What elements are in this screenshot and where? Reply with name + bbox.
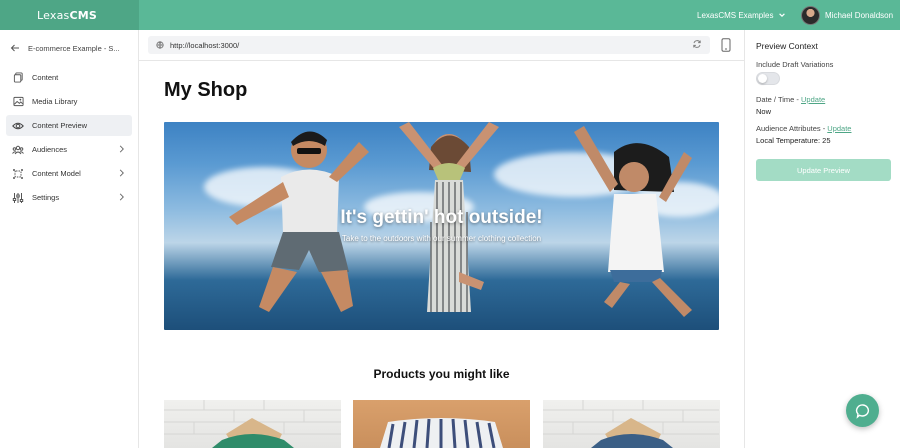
audience-value: Local Temperature: 25 (756, 136, 831, 145)
chat-bubble-icon (855, 403, 869, 419)
hero-subtitle: Take to the outdoors with our summer clo… (341, 234, 542, 243)
sidebar-item-content[interactable]: Content (6, 67, 132, 88)
url-field[interactable]: http://localhost:3000/ (148, 36, 710, 54)
product-image-striped-shorts (380, 418, 503, 448)
brand-area[interactable]: LexasCMS (0, 0, 139, 30)
products-heading: Products you might like (373, 367, 510, 381)
org-switcher-label: LexasCMS Examples (697, 10, 774, 20)
org-switcher[interactable]: LexasCMS Examples (697, 0, 786, 30)
sliders-icon (12, 192, 24, 204)
url-text: http://localhost:3000/ (170, 40, 240, 50)
audience-update-link[interactable]: Update (827, 124, 851, 133)
datetime-value: Now (756, 107, 772, 116)
audience-label: Audience Attributes - (756, 124, 828, 133)
product-card[interactable] (353, 400, 530, 448)
product-card[interactable] (164, 400, 341, 448)
sidebar: E-commerce Example - S... Content Media … (0, 30, 139, 448)
sidebar-item-label: Content (32, 73, 59, 82)
sidebar-item-content-model[interactable]: Content Model (6, 163, 132, 184)
content-icon (12, 72, 24, 84)
sidebar-item-label: Content Preview (32, 121, 88, 130)
back-to-project-link[interactable]: E-commerce Example - S... (10, 43, 120, 53)
sidebar-item-media-library[interactable]: Media Library (6, 91, 132, 112)
users-icon (12, 144, 24, 156)
chevron-right-icon (119, 169, 124, 177)
help-chat-button[interactable] (846, 394, 879, 427)
hero-headline: It's gettin' hot outside! (340, 207, 543, 228)
sidebar-item-content-preview[interactable]: Content Preview (6, 115, 132, 136)
page-title: My Shop (164, 79, 248, 101)
refresh-icon[interactable] (692, 39, 702, 49)
sidebar-item-audiences[interactable]: Audiences (6, 139, 132, 160)
product-image-green-tshirt (164, 400, 341, 448)
chevron-down-icon (779, 13, 786, 18)
product-card[interactable] (543, 400, 720, 448)
globe-icon (156, 41, 164, 49)
datetime-row: Date / Time - Update (756, 95, 825, 104)
sidebar-item-label: Media Library (32, 97, 78, 106)
chevron-right-icon (119, 193, 124, 201)
chevron-right-icon (119, 145, 124, 153)
audience-row: Audience Attributes - Update (756, 124, 851, 133)
top-bar: LexasCMS LexasCMS Examples Michael Donal… (0, 0, 900, 30)
update-preview-button[interactable]: Update Preview (756, 159, 891, 181)
image-icon (12, 96, 24, 108)
hero-banner: It's gettin' hot outside! Take to the ou… (164, 122, 719, 330)
user-name: Michael Donaldson (825, 10, 894, 20)
user-menu[interactable]: Michael Donaldson (801, 5, 893, 25)
arrow-left-icon (10, 44, 19, 52)
project-name: E-commerce Example - S... (28, 43, 120, 53)
preview-url-bar: http://localhost:3000/ (139, 30, 744, 61)
datetime-update-link[interactable]: Update (801, 95, 825, 104)
brand-logo: LexasCMS (37, 8, 98, 22)
product-image-blue-tshirt (543, 400, 719, 448)
model-icon (12, 168, 24, 180)
avatar (801, 5, 820, 25)
site-preview-frame[interactable]: My Shop It's gettin' hot outside! Take t… (139, 61, 744, 448)
draft-variations-toggle[interactable] (756, 72, 780, 85)
panel-title: Preview Context (756, 41, 818, 51)
sidebar-item-label: Audiences (32, 145, 68, 154)
preview-context-panel: Preview Context Include Draft Variations… (744, 30, 900, 448)
sidebar-item-settings[interactable]: Settings (6, 187, 132, 208)
mobile-device-icon[interactable] (721, 38, 731, 52)
sidebar-item-label: Settings (32, 193, 60, 202)
sidebar-item-label: Content Model (32, 169, 81, 178)
draft-variations-label: Include Draft Variations (756, 60, 834, 69)
toggle-knob (758, 74, 767, 83)
datetime-label: Date / Time - (756, 95, 802, 104)
eye-icon (12, 120, 24, 132)
